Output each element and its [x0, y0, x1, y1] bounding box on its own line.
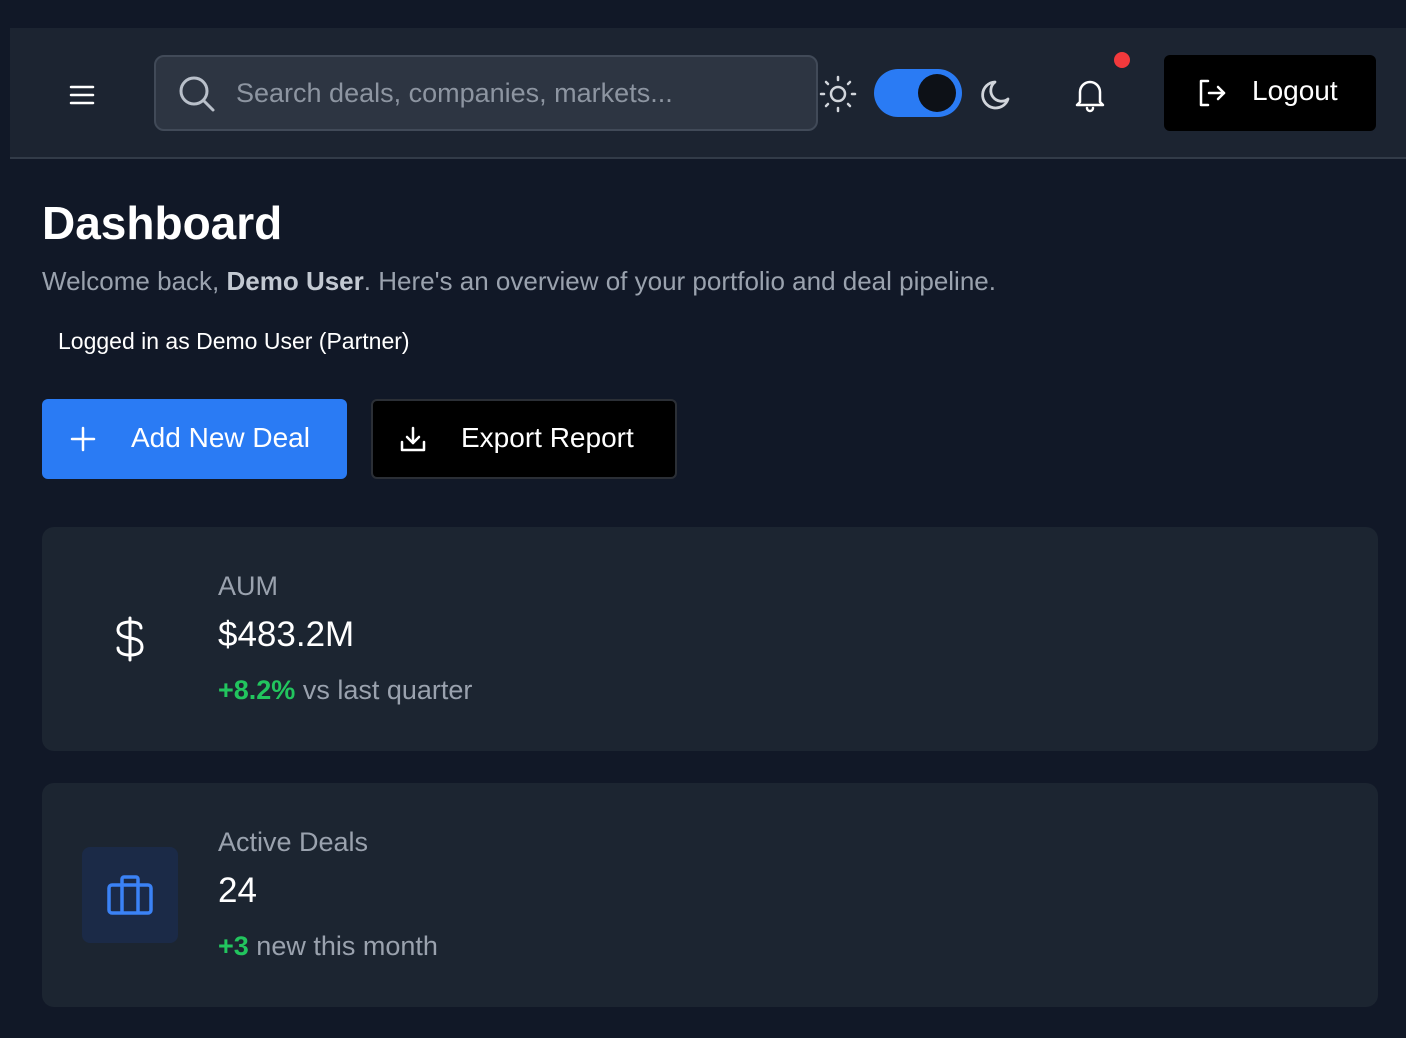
active-deals-delta-text: new this month	[248, 931, 438, 961]
logout-label: Logout	[1252, 75, 1338, 106]
briefcase-icon	[107, 875, 153, 915]
active-deals-change: +3 new this month	[218, 931, 438, 962]
welcome-user: Demo User	[226, 266, 364, 296]
active-deals-delta: +3	[218, 931, 249, 961]
notification-badge	[1114, 52, 1130, 68]
page-title: Dashboard	[42, 197, 283, 249]
menu-button[interactable]	[62, 75, 102, 115]
search-box[interactable]	[154, 55, 818, 131]
active-deals-stat-card: Active Deals 24 +3 new this month	[42, 783, 1378, 1007]
logged-in-status: Logged in as Demo User (Partner)	[58, 328, 410, 354]
download-icon	[400, 426, 426, 452]
hamburger-menu-icon[interactable]	[68, 83, 96, 107]
aum-change: +8.2% vs last quarter	[218, 675, 472, 706]
plus-icon	[70, 426, 96, 452]
toggle-knob	[918, 74, 956, 112]
moon-icon	[981, 80, 1010, 110]
export-report-button[interactable]: Export Report	[371, 399, 677, 479]
sun-icon	[819, 75, 857, 113]
aum-stat-card: AUM $483.2M +8.2% vs last quarter	[42, 527, 1378, 751]
aum-delta-text: vs last quarter	[295, 675, 473, 705]
logout-icon	[1199, 79, 1226, 107]
active-deals-label: Active Deals	[218, 827, 369, 857]
search-icon	[179, 76, 215, 112]
dollar-icon	[116, 616, 144, 662]
aum-delta: +8.2%	[218, 675, 296, 705]
welcome-prefix: Welcome back,	[42, 266, 227, 296]
aum-label: AUM	[218, 571, 278, 601]
active-deals-value: 24	[218, 871, 257, 910]
welcome-message: Welcome back, Demo User. Here's an overv…	[42, 266, 996, 297]
welcome-suffix: . Here's an overview of your portfolio a…	[363, 266, 996, 296]
add-new-deal-button[interactable]: Add New Deal	[42, 399, 347, 479]
bell-icon[interactable]	[1070, 74, 1110, 114]
theme-toggle[interactable]	[874, 69, 962, 117]
active-deals-icon-box	[82, 847, 178, 943]
aum-value: $483.2M	[218, 615, 355, 654]
search-input[interactable]	[236, 57, 806, 129]
page: Logout Dashboard Welcome back, Demo User…	[0, 0, 1406, 1038]
logout-button[interactable]: Logout	[1164, 55, 1376, 131]
top-header: Logout	[10, 28, 1406, 159]
export-report-label: Export Report	[461, 422, 634, 453]
add-new-deal-label: Add New Deal	[131, 422, 310, 453]
aum-icon-box	[82, 591, 178, 687]
